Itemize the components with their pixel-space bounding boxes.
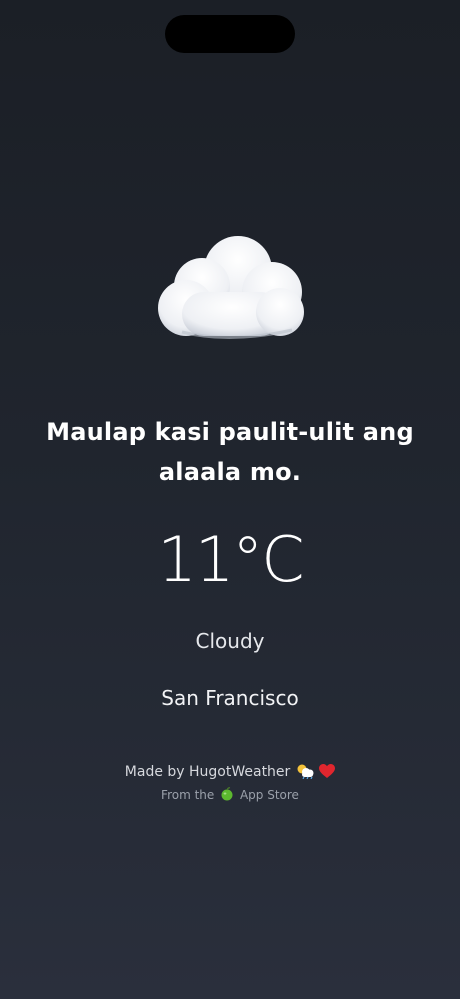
apple-icon: [221, 787, 233, 801]
dynamic-island: [165, 15, 295, 53]
temperature-value: 11°C: [157, 523, 304, 596]
made-by-text: Made by HugotWeather: [124, 764, 291, 780]
app-store-credit[interactable]: From the App Store: [0, 787, 460, 802]
sun-behind-cloud-icon: [297, 764, 314, 779]
from-prefix-text: From the: [161, 788, 215, 802]
weather-condition: Cloudy: [195, 629, 265, 653]
from-suffix-text: App Store: [239, 788, 299, 802]
made-by-credit[interactable]: Made by HugotWeather: [0, 763, 460, 780]
hugot-quote: Maulap kasi paulit-ulit ang alaala mo.: [46, 418, 414, 486]
heart-icon: [319, 764, 336, 778]
cloud-icon: [158, 236, 304, 340]
city-name: San Francisco: [161, 686, 299, 710]
